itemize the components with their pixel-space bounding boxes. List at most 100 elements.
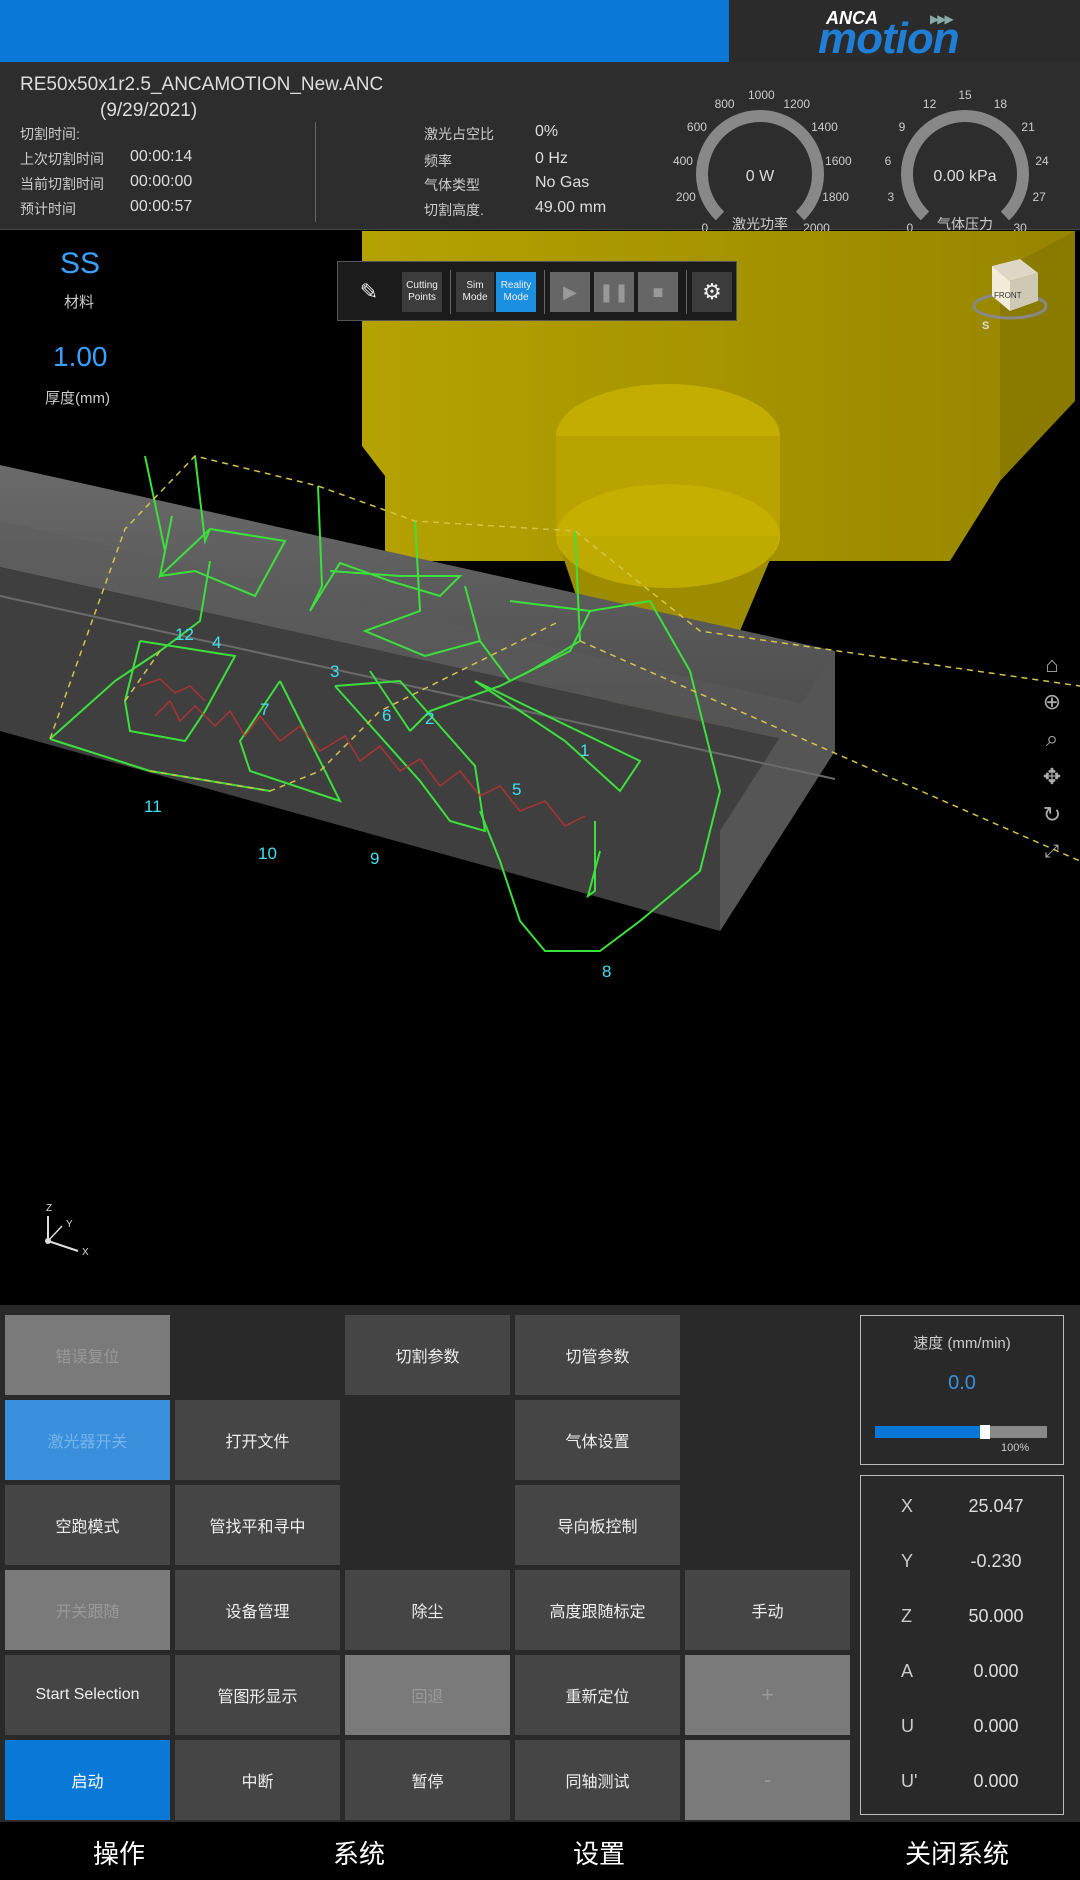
coord-value: 0.000 xyxy=(973,1716,1019,1736)
3d-viewport[interactable]: 1 2 3 4 5 6 7 8 9 10 11 12 Z Y X FRONT S… xyxy=(0,231,1080,1305)
coordinates-panel: X 25.047 Y -0.230 Z 50.000 A 0.000 U 0.0… xyxy=(860,1475,1064,1815)
open-file-button[interactable]: 打开文件 xyxy=(175,1400,340,1480)
coord-value: 0.000 xyxy=(973,1661,1019,1681)
dry-run-button[interactable]: 空跑模式 xyxy=(5,1485,170,1565)
path-label-11: 11 xyxy=(144,797,162,816)
manual-button[interactable]: 手动 xyxy=(685,1570,850,1650)
plus-button[interactable]: + xyxy=(685,1655,850,1735)
path-label-9: 9 xyxy=(370,849,379,868)
height-calibration-button[interactable]: 高度跟随标定 xyxy=(515,1570,680,1650)
minus-button[interactable]: - xyxy=(685,1740,850,1820)
home-view-icon[interactable]: ⌂ xyxy=(1038,651,1066,679)
gas-pressure-value: 0.00 kPa xyxy=(933,168,997,185)
nav-settings[interactable]: 设置 xyxy=(573,1834,625,1871)
fit-extents-icon[interactable]: ⤢ xyxy=(1038,837,1066,865)
cut-height-label: 切割高度. xyxy=(424,202,484,218)
nav-operation[interactable]: 操作 xyxy=(93,1834,145,1871)
guide-plate-button[interactable]: 导向板控制 xyxy=(515,1485,680,1565)
thickness-value: 1.00 xyxy=(53,341,108,372)
laser-power-tick-label: 1800 xyxy=(822,190,849,205)
file-name: RE50x50x1r2.5_ANCAMOTION_New.ANC xyxy=(20,74,384,95)
path-label-2: 2 xyxy=(425,709,434,728)
interrupt-button[interactable]: 中断 xyxy=(175,1740,340,1820)
zoom-icon[interactable]: ⌕ xyxy=(1038,725,1066,753)
coord-row-u-prime: U' 0.000 xyxy=(861,1757,1063,1807)
top-banner: motion ANCA ▶▶▶ xyxy=(0,0,1080,63)
pan-icon[interactable]: ✥ xyxy=(1038,763,1066,791)
gas-pressure-tick-label: 15 xyxy=(958,88,972,102)
duty-cycle-value: 0% xyxy=(535,123,559,140)
coord-row-u: U 0.000 xyxy=(861,1702,1063,1752)
settings-button[interactable]: ⚙ xyxy=(692,272,732,312)
start-button[interactable]: 启动 xyxy=(5,1740,170,1820)
gas-type-value: No Gas xyxy=(535,174,590,191)
logo-anca-text: ANCA xyxy=(826,8,878,28)
cut-time-title: 切割时间: xyxy=(20,126,80,142)
gas-pressure-tick-label: 3 xyxy=(887,190,895,205)
nav-shutdown[interactable]: 关闭系统 xyxy=(905,1834,1009,1871)
gas-type-label: 气体类型 xyxy=(424,177,480,193)
dust-removal-button[interactable]: 除尘 xyxy=(345,1570,510,1650)
pen-icon: ✎ xyxy=(359,279,379,304)
coord-value: -0.230 xyxy=(970,1551,1022,1571)
gas-pressure-tick-label: 21 xyxy=(1021,120,1035,135)
pause-button[interactable]: 暂停 xyxy=(345,1740,510,1820)
gas-pressure-tick-label: 27 xyxy=(1032,190,1046,205)
gas-pressure-tick-label: 12 xyxy=(922,96,937,111)
speed-value: 0.0 xyxy=(948,1372,976,1394)
material-label: 材料 xyxy=(64,294,95,311)
cut-params-button[interactable]: 切割参数 xyxy=(345,1315,510,1395)
axis-y-label: Y xyxy=(66,1219,73,1230)
retract-button[interactable]: 回退 xyxy=(345,1655,510,1735)
toolbar-separator xyxy=(544,270,545,314)
tube-level-center-button[interactable]: 管找平和寻中 xyxy=(175,1485,340,1565)
speed-slider[interactable] xyxy=(875,1425,1047,1439)
nav-system[interactable]: 系统 xyxy=(333,1834,385,1871)
laser-switch-button[interactable]: 激光器开关 xyxy=(5,1400,170,1480)
speed-label: 速度 (mm/min) xyxy=(913,1335,1011,1352)
view-cube-face-label: FRONT xyxy=(994,291,1022,300)
sim-mode-button[interactable]: Sim Mode xyxy=(456,272,494,312)
path-label-7: 7 xyxy=(260,700,269,719)
axis-triad: Z Y X xyxy=(45,1203,89,1258)
follow-toggle-button[interactable]: 开关跟随 xyxy=(5,1570,170,1650)
header-divider xyxy=(315,122,316,222)
laser-power-tick-label: 800 xyxy=(714,96,735,111)
gas-pressure-tick-label: 6 xyxy=(884,153,892,168)
play-button[interactable]: ▶ xyxy=(550,272,590,312)
speed-slider-handle[interactable] xyxy=(979,1425,990,1439)
coord-value: 50.000 xyxy=(968,1606,1024,1626)
coord-axis-label: A xyxy=(901,1661,914,1681)
estimated-time-label: 预计时间 xyxy=(20,201,76,217)
coaxial-test-button[interactable]: 同轴测试 xyxy=(515,1740,680,1820)
tube-display-button[interactable]: 管图形显示 xyxy=(175,1655,340,1735)
device-management-button[interactable]: 设备管理 xyxy=(175,1570,340,1650)
edit-pen-button[interactable]: ✎ xyxy=(348,272,390,312)
play-icon: ▶ xyxy=(563,282,577,302)
gas-pressure-tick-label: 9 xyxy=(898,120,906,135)
coord-axis-label: U' xyxy=(901,1771,918,1791)
gas-settings-button[interactable]: 气体设置 xyxy=(515,1400,680,1480)
frequency-value: 0 Hz xyxy=(535,150,568,167)
laser-power-tick-label: 1200 xyxy=(783,96,811,111)
zoom-window-icon[interactable]: ⊕ xyxy=(1038,688,1066,716)
current-cut-time-label: 当前切割时间 xyxy=(20,176,104,192)
error-reset-button[interactable]: 错误复位 xyxy=(5,1315,170,1395)
path-label-1: 1 xyxy=(580,741,589,760)
reality-mode-button[interactable]: Reality Mode xyxy=(496,272,536,312)
cutting-points-button[interactable]: Cutting Points xyxy=(402,272,442,312)
coord-axis-label: X xyxy=(901,1496,914,1516)
pipe-params-button[interactable]: 切管参数 xyxy=(515,1315,680,1395)
duty-cycle-label: 激光占空比 xyxy=(424,126,494,142)
current-cut-time-value: 00:00:00 xyxy=(130,173,193,190)
coord-axis-label: U xyxy=(901,1716,914,1736)
coord-row-y: Y -0.230 xyxy=(861,1537,1063,1587)
coord-axis-label: Z xyxy=(901,1606,912,1626)
pause-sim-button[interactable]: ❚❚ xyxy=(594,272,634,312)
reposition-button[interactable]: 重新定位 xyxy=(515,1655,680,1735)
start-selection-button[interactable]: Start Selection xyxy=(5,1655,170,1735)
path-label-3: 3 xyxy=(330,662,339,681)
stop-button[interactable]: ■ xyxy=(638,272,678,312)
laser-power-tick-label: 1400 xyxy=(811,120,838,135)
rotate-icon[interactable]: ↻ xyxy=(1038,801,1066,829)
